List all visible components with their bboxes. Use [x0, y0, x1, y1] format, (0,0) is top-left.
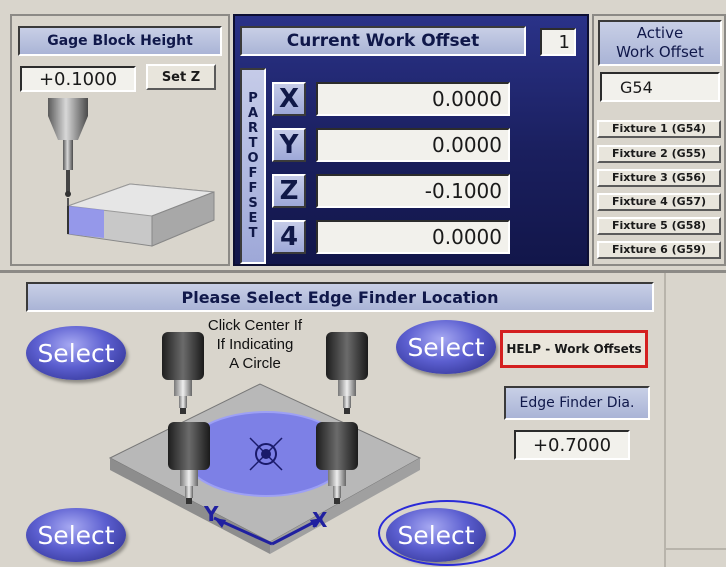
- edge-finder-dia-field[interactable]: +0.7000: [514, 430, 630, 460]
- fixture-5-button[interactable]: Fixture 5 (G58): [597, 217, 721, 235]
- gage-block-title: Gage Block Height: [18, 26, 222, 56]
- fixture-1-button[interactable]: Fixture 1 (G54): [597, 120, 721, 138]
- fixture-3-button[interactable]: Fixture 3 (G56): [597, 169, 721, 187]
- z-offset-field[interactable]: -0.1000: [316, 174, 510, 208]
- center-hint-line3: A Circle: [229, 355, 281, 372]
- fourth-axis-offset-field[interactable]: 0.0000: [316, 220, 510, 254]
- edge-finder-back-right-icon: [326, 332, 368, 414]
- axis-label-z: Z: [272, 174, 306, 208]
- center-hint-line1: Click Center If: [207, 317, 303, 334]
- right-empty-area-line: [666, 548, 726, 550]
- part-offset-letter: F: [248, 166, 258, 181]
- x-offset-field[interactable]: 0.0000: [316, 82, 510, 116]
- select-back-right-button[interactable]: Select: [396, 320, 496, 374]
- y-offset-field[interactable]: 0.0000: [316, 128, 510, 162]
- part-offset-letter: F: [248, 181, 258, 196]
- gage-block-height-field[interactable]: +0.1000: [20, 66, 136, 92]
- edge-finder-work-offset-screen: Gage Block Height +0.1000 Set Z Current …: [0, 0, 726, 567]
- active-work-offset-field: G54: [600, 72, 720, 102]
- select-front-left-button[interactable]: Select: [26, 508, 126, 562]
- part-offset-letter: R: [247, 121, 258, 136]
- part-offset-letter: E: [248, 211, 258, 226]
- right-empty-area: [664, 273, 666, 567]
- axis-label-x-plate: X: [312, 508, 328, 532]
- spindle-icon: [48, 98, 88, 197]
- part-offset-letter: P: [248, 91, 258, 106]
- edge-finder-title: Please Select Edge Finder Location: [26, 282, 654, 312]
- selection-highlight-ring: [378, 500, 516, 566]
- center-hint-text: Click Center If If Indicating A Circle: [190, 316, 320, 373]
- gage-block-icon: [67, 183, 215, 247]
- center-select-area[interactable]: [208, 410, 324, 474]
- part-offset-letter: A: [247, 106, 259, 121]
- part-offset-letter: T: [248, 226, 258, 241]
- center-hint-line2: If Indicating: [216, 336, 294, 353]
- work-offset-title: Current Work Offset: [240, 26, 526, 56]
- axis-label-x: X: [272, 82, 306, 116]
- part-offset-letter: S: [248, 196, 258, 211]
- axis-label-y-plate: Y: [204, 502, 219, 526]
- fixture-2-button[interactable]: Fixture 2 (G55): [597, 145, 721, 163]
- part-offset-letter: O: [247, 151, 259, 166]
- axis-label-4: 4: [272, 220, 306, 254]
- work-offset-number-field[interactable]: 1: [540, 28, 576, 56]
- panel-divider: [0, 270, 726, 273]
- select-back-left-button[interactable]: Select: [26, 326, 126, 380]
- fixture-6-button[interactable]: Fixture 6 (G59): [597, 241, 721, 259]
- active-title-line2: Work Offset: [616, 43, 704, 61]
- edge-finder-dia-label: Edge Finder Dia.: [504, 386, 650, 420]
- set-z-button[interactable]: Set Z: [146, 64, 216, 90]
- gage-block-illustration: [48, 98, 215, 247]
- part-offset-letter: T: [248, 136, 258, 151]
- axis-label-y: Y: [272, 128, 306, 162]
- active-work-offset-title: Active Work Offset: [598, 20, 722, 66]
- part-offset-vertical-label: P A R T O F F S E T: [240, 68, 266, 264]
- active-title-line1: Active: [636, 24, 684, 42]
- help-work-offsets-button[interactable]: HELP - Work Offsets: [500, 330, 648, 368]
- fixture-4-button[interactable]: Fixture 4 (G57): [597, 193, 721, 211]
